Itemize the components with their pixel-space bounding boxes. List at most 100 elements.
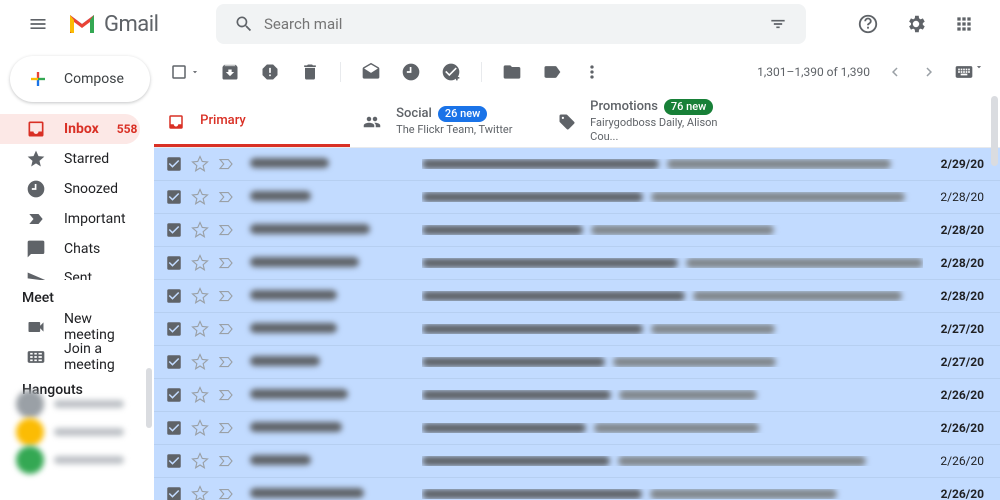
importance-toggle[interactable] xyxy=(216,320,236,338)
sidebar-item-important[interactable]: Important xyxy=(0,204,140,234)
importance-toggle[interactable] xyxy=(216,452,236,470)
row-checkbox[interactable] xyxy=(164,319,184,339)
importance-toggle[interactable] xyxy=(216,353,236,371)
hangout-contact[interactable] xyxy=(16,418,154,446)
sidebar-item-snoozed[interactable]: Snoozed xyxy=(0,174,140,204)
compose-button[interactable]: Compose xyxy=(10,56,150,102)
toolbar: 1,301–1,390 of 1,390 xyxy=(154,48,1000,96)
search-options-icon[interactable] xyxy=(758,14,798,34)
message-row[interactable]: 2/28/20 xyxy=(154,214,1000,247)
row-checkbox[interactable] xyxy=(164,286,184,306)
message-row[interactable]: 2/26/20 xyxy=(154,412,1000,445)
tab-primary[interactable]: Primary xyxy=(154,96,350,147)
logo-area[interactable]: Gmail xyxy=(68,12,198,37)
report-spam-button[interactable] xyxy=(260,62,280,82)
message-row[interactable]: 2/26/20 xyxy=(154,445,1000,478)
input-tools-button[interactable] xyxy=(954,62,984,82)
row-checkbox[interactable] xyxy=(164,451,184,471)
search-input[interactable] xyxy=(264,15,758,33)
tab-label: Social xyxy=(396,106,432,123)
row-checkbox[interactable] xyxy=(164,154,184,174)
app-name: Gmail xyxy=(104,12,158,37)
subject xyxy=(422,225,923,235)
snooze-button[interactable] xyxy=(401,62,421,82)
star-toggle[interactable] xyxy=(190,353,210,371)
delete-button[interactable] xyxy=(300,62,320,82)
support-button[interactable] xyxy=(848,4,888,44)
star-toggle[interactable] xyxy=(190,386,210,404)
star-toggle[interactable] xyxy=(190,419,210,437)
message-row[interactable]: 2/26/20 xyxy=(154,478,1000,500)
tab-social[interactable]: Social26 new The Flickr Team, Twitter xyxy=(350,96,546,147)
importance-toggle[interactable] xyxy=(216,386,236,404)
search-bar[interactable] xyxy=(216,4,806,44)
main-panel: 1,301–1,390 of 1,390 Primary Social26 ne… xyxy=(154,48,1000,500)
star-toggle[interactable] xyxy=(190,320,210,338)
row-checkbox[interactable] xyxy=(164,484,184,500)
importance-toggle[interactable] xyxy=(216,485,236,500)
prev-page-button[interactable] xyxy=(886,63,904,81)
subject xyxy=(422,357,923,367)
move-to-button[interactable] xyxy=(502,62,522,82)
importance-toggle[interactable] xyxy=(216,155,236,173)
archive-button[interactable] xyxy=(220,62,240,82)
message-row[interactable]: 2/27/20 xyxy=(154,313,1000,346)
search-icon xyxy=(224,14,264,34)
star-toggle[interactable] xyxy=(190,452,210,470)
star-toggle[interactable] xyxy=(190,254,210,272)
apps-button[interactable] xyxy=(944,4,984,44)
sidebar-item-sent[interactable]: Sent xyxy=(0,264,140,280)
star-toggle[interactable] xyxy=(190,221,210,239)
message-row[interactable]: 2/28/20 xyxy=(154,247,1000,280)
chevron-down-icon xyxy=(974,62,984,72)
message-row[interactable]: 2/28/20 xyxy=(154,181,1000,214)
row-checkbox[interactable] xyxy=(164,418,184,438)
message-row[interactable]: 2/28/20 xyxy=(154,280,1000,313)
sidebar-item-label: New meeting xyxy=(64,311,128,343)
row-checkbox[interactable] xyxy=(164,352,184,372)
message-row[interactable]: 2/29/20 xyxy=(154,148,1000,181)
subject xyxy=(422,423,923,433)
importance-toggle[interactable] xyxy=(216,287,236,305)
date: 2/26/20 xyxy=(941,487,984,500)
tab-subtitle: The Flickr Team, Twitter xyxy=(396,123,512,137)
more-button[interactable] xyxy=(582,62,602,82)
row-checkbox[interactable] xyxy=(164,187,184,207)
meet-new-meeting[interactable]: New meeting xyxy=(0,312,140,342)
star-toggle[interactable] xyxy=(190,155,210,173)
star-toggle[interactable] xyxy=(190,287,210,305)
importance-toggle[interactable] xyxy=(216,419,236,437)
sidebar-item-inbox[interactable]: Inbox 558 xyxy=(0,114,140,144)
importance-toggle[interactable] xyxy=(216,188,236,206)
next-page-button[interactable] xyxy=(920,63,938,81)
hangout-contact[interactable] xyxy=(16,446,154,474)
importance-toggle[interactable] xyxy=(216,254,236,272)
add-task-button[interactable] xyxy=(441,62,461,82)
row-checkbox[interactable] xyxy=(164,253,184,273)
message-list: 2/29/20 2/28/20 2/28/20 2/28/20 xyxy=(154,148,1000,500)
date: 2/28/20 xyxy=(940,190,984,204)
labels-button[interactable] xyxy=(542,62,562,82)
date: 2/28/20 xyxy=(941,256,984,270)
message-row[interactable]: 2/27/20 xyxy=(154,346,1000,379)
sidebar-scrollbar[interactable] xyxy=(146,368,152,428)
tab-promotions[interactable]: Promotions76 new Fairygodboss Daily, Ali… xyxy=(546,96,742,147)
importance-toggle[interactable] xyxy=(216,221,236,239)
sidebar-item-starred[interactable]: Starred xyxy=(0,144,140,174)
meet-join-meeting[interactable]: Join a meeting xyxy=(0,342,140,372)
divider xyxy=(340,62,341,82)
star-toggle[interactable] xyxy=(190,188,210,206)
star-toggle[interactable] xyxy=(190,485,210,500)
main-scrollbar[interactable] xyxy=(991,96,998,166)
message-row[interactable]: 2/26/20 xyxy=(154,379,1000,412)
main-menu-button[interactable] xyxy=(16,2,60,46)
row-checkbox[interactable] xyxy=(164,385,184,405)
settings-button[interactable] xyxy=(896,4,936,44)
star-icon xyxy=(26,149,46,169)
mark-read-button[interactable] xyxy=(361,62,381,82)
hangout-contact[interactable] xyxy=(16,390,154,418)
row-checkbox[interactable] xyxy=(164,220,184,240)
sidebar-item-chats[interactable]: Chats xyxy=(0,234,140,264)
select-all-checkbox[interactable] xyxy=(170,63,200,81)
sidebar-item-label: Sent xyxy=(64,270,92,280)
